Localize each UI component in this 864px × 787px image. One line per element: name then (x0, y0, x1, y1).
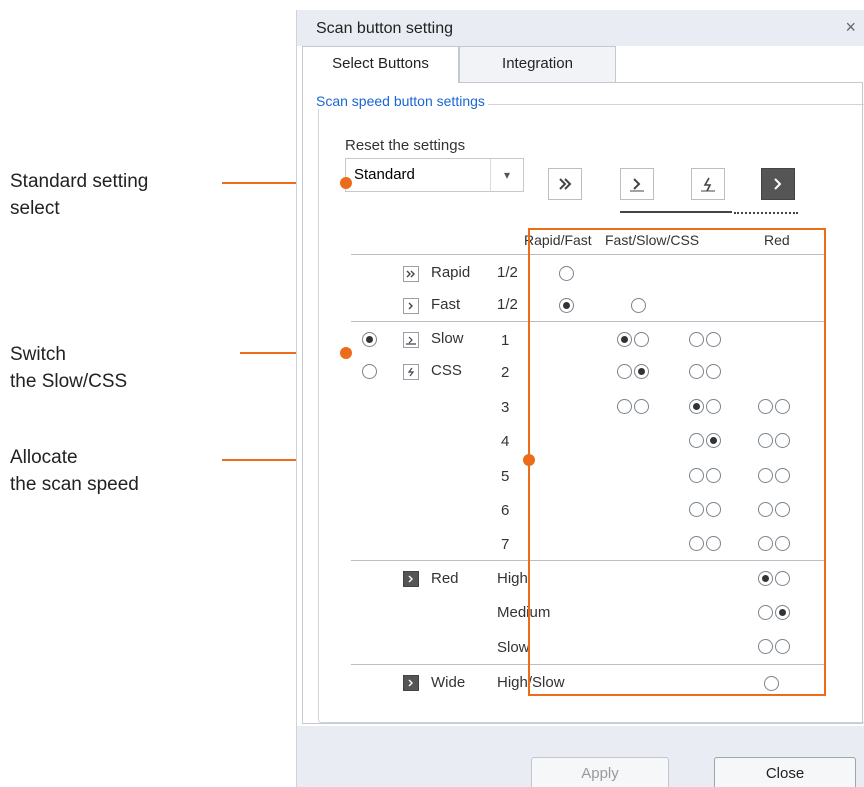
chevron-down-icon[interactable]: ▾ (490, 159, 523, 191)
tab-integration[interactable]: Integration (459, 46, 616, 82)
fast-button[interactable] (620, 168, 654, 200)
annotation-allocate-speed: Allocate the scan speed (10, 447, 139, 495)
rapid-icon (403, 266, 419, 282)
standard-setting-select[interactable]: Standard ▾ (345, 158, 524, 192)
title-bar: Scan button setting × (297, 10, 864, 46)
switch-radio-slow[interactable] (362, 332, 377, 347)
row-speed-7: 7 (501, 536, 510, 553)
slow-icon (403, 332, 419, 348)
row-label-rapid: Rapid (431, 264, 471, 281)
row-label-wide: Wide (431, 674, 466, 691)
row-speed-slow: 1 (501, 332, 510, 349)
select-value: Standard (354, 166, 415, 183)
row-label-fast: Fast (431, 296, 461, 313)
css-icon (701, 177, 715, 192)
switch-radio-css[interactable] (362, 364, 377, 379)
red-button[interactable] (761, 168, 795, 200)
allocation-highlight-box (528, 228, 826, 696)
reset-label: Reset the settings (345, 137, 466, 154)
row-label-red: Red (431, 570, 459, 587)
rapid-button[interactable] (548, 168, 582, 200)
red-level-slow: Slow (497, 639, 530, 656)
group-title: Scan speed button settings (313, 93, 488, 109)
tab-select-buttons[interactable]: Select Buttons (302, 46, 459, 83)
close-icon[interactable]: × (845, 17, 856, 38)
annotation-standard-select: Standard setting select (10, 171, 149, 219)
row-speed-css: 2 (501, 364, 510, 381)
annotation-dot-allocate (523, 454, 535, 466)
dialog-title: Scan button setting (316, 20, 453, 37)
mode-underline (620, 211, 732, 213)
annotation-dot-select (340, 177, 352, 189)
css-icon (403, 364, 419, 380)
mode-dotted-underline (734, 212, 798, 214)
row-speed-fast: 1/2 (497, 296, 518, 313)
apply-button[interactable]: Apply (531, 757, 669, 787)
row-label-css: CSS (431, 362, 462, 379)
rapid-icon (559, 178, 572, 190)
fast-icon (630, 178, 644, 192)
scan-button-setting-dialog: Scan button setting × Select Buttons Int… (296, 10, 864, 787)
red-icon (774, 178, 782, 190)
red-icon (403, 571, 419, 587)
row-speed-rapid: 1/2 (497, 264, 518, 281)
row-label-slow: Slow (431, 330, 464, 347)
red-level-high: High (497, 570, 528, 587)
dialog-footer: Apply Close (297, 726, 864, 787)
css-button[interactable] (691, 168, 725, 200)
row-speed-6: 6 (501, 502, 510, 519)
row-speed-5: 5 (501, 468, 510, 485)
fast-icon (403, 298, 419, 314)
row-speed-3: 3 (501, 399, 510, 416)
annotation-dot-switch (340, 347, 352, 359)
close-button[interactable]: Close (714, 757, 856, 787)
annotation-switch-slow-css: Switch the Slow/CSS (10, 344, 128, 392)
row-speed-4: 4 (501, 433, 510, 450)
wide-icon (403, 675, 419, 691)
